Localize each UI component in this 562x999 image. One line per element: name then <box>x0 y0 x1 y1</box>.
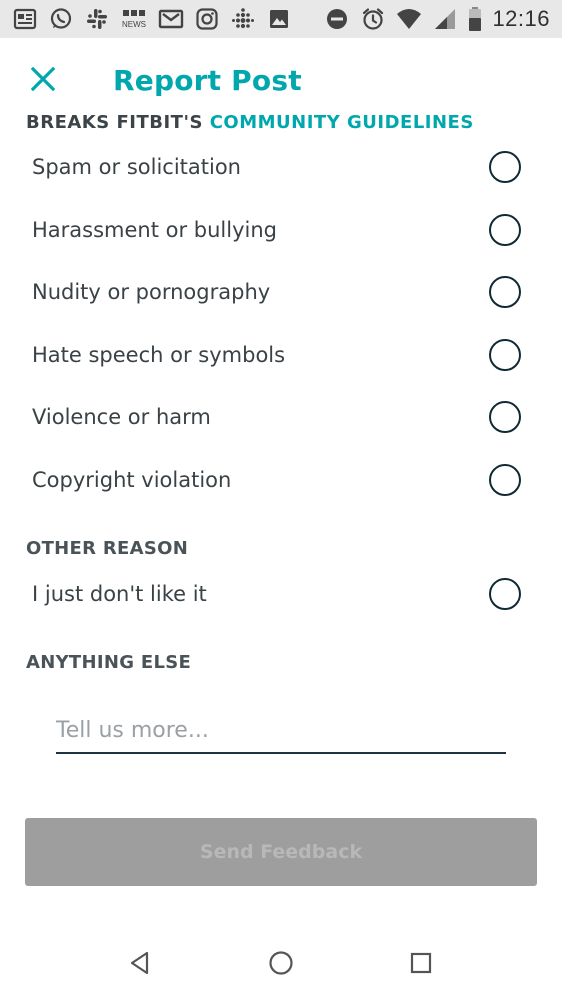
radio-button[interactable] <box>489 214 521 246</box>
radio-button[interactable] <box>489 339 521 371</box>
option-spam[interactable]: Spam or solicitation <box>0 136 562 198</box>
notification-icons: NEWS <box>12 6 292 32</box>
guidelines-heading-prefix: BREAKS FITBIT'S <box>26 112 210 133</box>
home-button[interactable] <box>266 948 296 978</box>
option-label: Hate speech or symbols <box>32 343 286 367</box>
send-feedback-button[interactable]: Send Feedback <box>25 818 537 886</box>
option-violence[interactable]: Violence or harm <box>0 386 562 448</box>
radio-button[interactable] <box>489 276 521 308</box>
option-nudity[interactable]: Nudity or pornography <box>0 261 562 323</box>
recents-icon <box>410 952 432 974</box>
option-label: Spam or solicitation <box>32 155 241 179</box>
radio-button[interactable] <box>489 464 521 496</box>
instagram-icon <box>194 6 220 32</box>
signal-icon <box>432 6 458 32</box>
option-label: I just don't like it <box>32 582 207 606</box>
recents-button[interactable] <box>406 948 436 978</box>
close-button[interactable] <box>26 62 60 96</box>
do-not-disturb-icon <box>324 6 350 32</box>
fitbit-icon <box>230 6 256 32</box>
option-dont-like[interactable]: I just don't like it <box>0 563 562 625</box>
option-label: Copyright violation <box>32 468 232 492</box>
option-label: Harassment or bullying <box>32 218 278 242</box>
status-time: 12:16 <box>492 6 550 31</box>
community-guidelines-link[interactable]: COMMUNITY GUIDELINES <box>210 112 474 133</box>
radio-button[interactable] <box>489 151 521 183</box>
tell-us-more-input[interactable] <box>56 712 506 754</box>
option-label: Violence or harm <box>32 405 211 429</box>
radio-button[interactable] <box>489 401 521 433</box>
guidelines-heading: BREAKS FITBIT'S COMMUNITY GUIDELINES <box>26 112 474 133</box>
page-title: Report Post <box>113 64 302 97</box>
option-harassment[interactable]: Harassment or bullying <box>0 199 562 261</box>
bbc-news-label: NEWS <box>122 20 146 29</box>
close-icon <box>30 66 56 92</box>
alarm-icon <box>360 6 386 32</box>
wifi-icon <box>396 6 422 32</box>
option-copyright[interactable]: Copyright violation <box>0 449 562 511</box>
slack-icon <box>84 6 110 32</box>
bbc-news-icon: NEWS <box>120 6 148 32</box>
option-hate-speech[interactable]: Hate speech or symbols <box>0 324 562 386</box>
option-label: Nudity or pornography <box>32 280 271 304</box>
radio-button[interactable] <box>489 578 521 610</box>
gallery-icon <box>266 6 292 32</box>
navigation-bar <box>0 926 562 999</box>
status-bar: NEWS 12:16 <box>0 0 562 38</box>
back-button[interactable] <box>125 948 155 978</box>
battery-icon <box>468 6 482 32</box>
other-reason-heading: OTHER REASON <box>26 538 189 559</box>
home-icon <box>269 951 293 975</box>
news-app-icon <box>12 6 38 32</box>
gmail-icon <box>158 6 184 32</box>
anything-else-heading: ANYTHING ELSE <box>26 652 192 673</box>
whatsapp-icon <box>48 6 74 32</box>
back-icon <box>130 951 149 975</box>
system-status-icons: 12:16 <box>324 6 550 32</box>
app-header: Report Post <box>0 38 562 122</box>
